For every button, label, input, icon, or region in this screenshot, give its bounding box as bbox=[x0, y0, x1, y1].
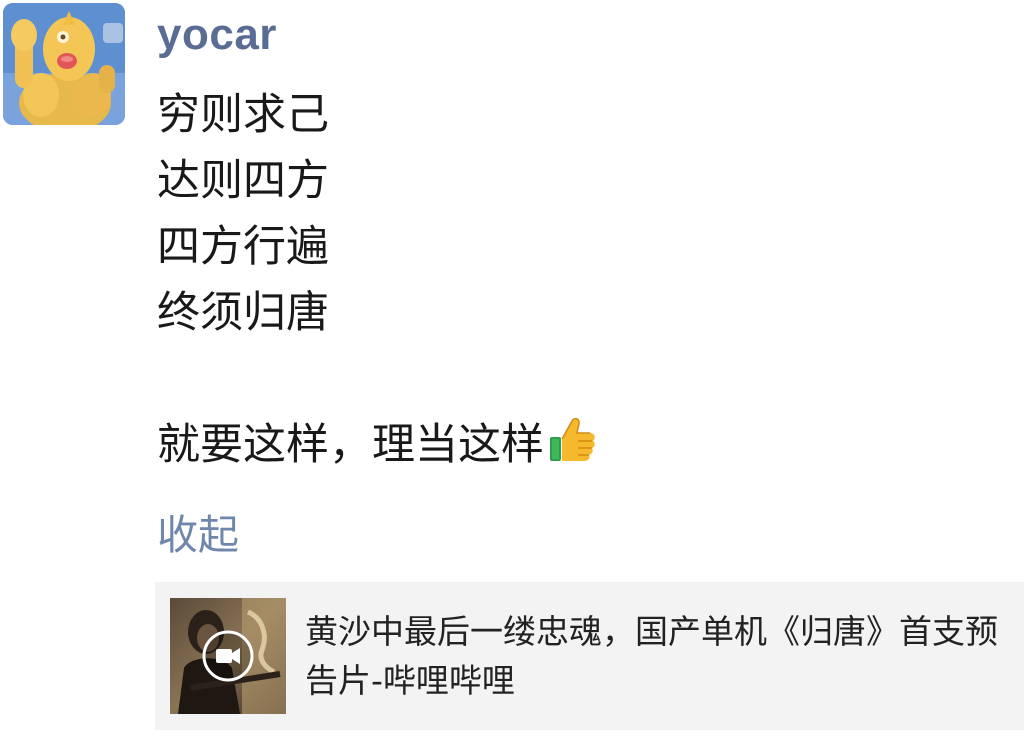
avatar-figure-image bbox=[3, 3, 125, 125]
collapse-link[interactable]: 收起 bbox=[157, 505, 239, 565]
post-body: 穷则求己 达则四方 四方行遍 终须归唐 就要这样，理当这样 bbox=[157, 82, 598, 478]
video-camera-icon bbox=[201, 629, 255, 683]
post-line: 达则四方 bbox=[157, 156, 329, 206]
shared-link-card[interactable]: 黄沙中最后一缕忠魂，国产单机《归唐》首支预告片-哔哩哔哩 bbox=[155, 582, 1024, 730]
post-line: 穷则求己 bbox=[157, 90, 329, 140]
avatar[interactable] bbox=[3, 3, 125, 125]
post-line: 终须归唐 bbox=[157, 288, 329, 338]
link-card-title: 黄沙中最后一缕忠魂，国产单机《归唐》首支预告片-哔哩哔哩 bbox=[305, 612, 998, 700]
username[interactable]: yocar bbox=[157, 4, 277, 66]
moments-post: yocar 穷则求己 达则四方 四方行遍 终须归唐 就要这样，理当这样 收起 黄… bbox=[0, 0, 1024, 742]
thumbs-up-icon bbox=[546, 413, 598, 484]
closing-line-text: 就要这样，理当这样 bbox=[157, 420, 544, 470]
closing-line: 就要这样，理当这样 bbox=[157, 412, 598, 478]
post-line: 四方行遍 bbox=[157, 222, 329, 272]
video-thumbnail bbox=[170, 598, 286, 714]
